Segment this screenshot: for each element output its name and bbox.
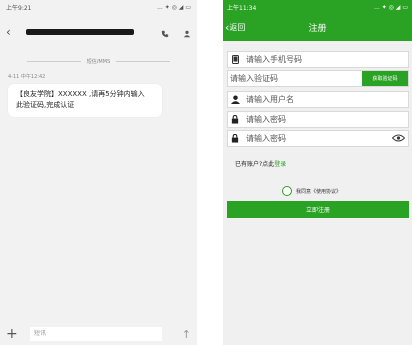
screenshot-pair: 上午9:21 ... ✦ ◎ ◢ ▭ ‹ 短信/MMS 4-11 中午12:42… (0, 0, 412, 345)
thread-separator: 短信/MMS (0, 56, 197, 66)
status-time: 上午9:21 (6, 4, 32, 12)
title-bar: ‹ 返回 注册 (223, 14, 412, 41)
agree-text: 我同意《使用协议》 (296, 188, 342, 195)
compose-input[interactable]: 短讯 (30, 327, 162, 341)
redacted-sender-bar (26, 29, 134, 35)
plus-icon[interactable]: + (6, 326, 22, 342)
phone-field[interactable]: 请输入手机号码 (227, 51, 409, 68)
username-placeholder: 请输入用户名 (246, 95, 294, 104)
login-link[interactable]: 登录 (274, 161, 286, 168)
login-prompt-text: 已有账户?点此 (235, 161, 275, 168)
phone-placeholder: 请输入手机号码 (246, 55, 302, 64)
back-chevron-icon[interactable]: ‹ (6, 25, 20, 39)
eye-icon[interactable] (391, 134, 406, 144)
agreement-row[interactable]: 我同意《使用协议》 (282, 186, 341, 196)
status-bar: 上午11:34 ... ✦ ◎ ◢ ▭ (223, 0, 412, 14)
register-button[interactable]: 立即注册 (227, 201, 409, 218)
code-placeholder: 请输入验证码 (230, 74, 278, 83)
register-screen: 上午11:34 ... ✦ ◎ ◢ ▭ ‹ 返回 注册 请输入手机号码 请输入验… (223, 0, 412, 345)
sms-header: ‹ (0, 14, 197, 50)
password-placeholder: 请输入密码 (246, 115, 286, 124)
status-icons: ... ✦ ◎ ◢ ▭ (157, 3, 191, 11)
user-icon (228, 95, 242, 104)
message-bubble: 【良友学院】XXXXXX ,请再5分钟内输入 此验证码,完成认证 (8, 84, 162, 117)
get-code-button[interactable]: 获取验证码 (362, 71, 408, 86)
login-prompt: 已有账户?点此登录 (235, 159, 286, 168)
password-confirm-placeholder: 请输入密码 (246, 134, 286, 143)
phone-icon[interactable] (161, 23, 169, 42)
message-text-line1: 【良友学院】XXXXXX ,请再5分钟内输入 (16, 90, 145, 98)
status-bar: 上午9:21 ... ✦ ◎ ◢ ▭ (0, 0, 197, 14)
send-arrow-icon[interactable]: ↑ (182, 328, 191, 341)
sms-screen: 上午9:21 ... ✦ ◎ ◢ ▭ ‹ 短信/MMS 4-11 中午12:42… (0, 0, 197, 345)
code-field[interactable]: 请输入验证码 获取验证码 (227, 70, 409, 87)
contact-icon[interactable] (183, 23, 191, 42)
password-confirm-field[interactable]: 请输入密码 (227, 130, 409, 147)
message-text-line2: 此验证码,完成认证 (16, 101, 75, 109)
status-icons: ... ✦ ◎ ◢ ▭ (374, 3, 408, 11)
lock-icon (228, 134, 242, 143)
lock-icon (228, 115, 242, 124)
compose-bar: + 短讯 ↑ (0, 323, 197, 345)
status-time: 上午11:34 (227, 4, 257, 12)
register-header: 上午11:34 ... ✦ ◎ ◢ ▭ ‹ 返回 注册 (223, 0, 412, 41)
page-title: 注册 (308, 24, 327, 34)
phone-icon (228, 55, 242, 64)
separator-label: 短信/MMS (86, 58, 111, 65)
message-timestamp: 4-11 中午12:42 (8, 74, 46, 80)
password-field[interactable]: 请输入密码 (227, 111, 409, 128)
username-field[interactable]: 请输入用户名 (227, 91, 409, 108)
agree-radio[interactable] (282, 186, 292, 196)
